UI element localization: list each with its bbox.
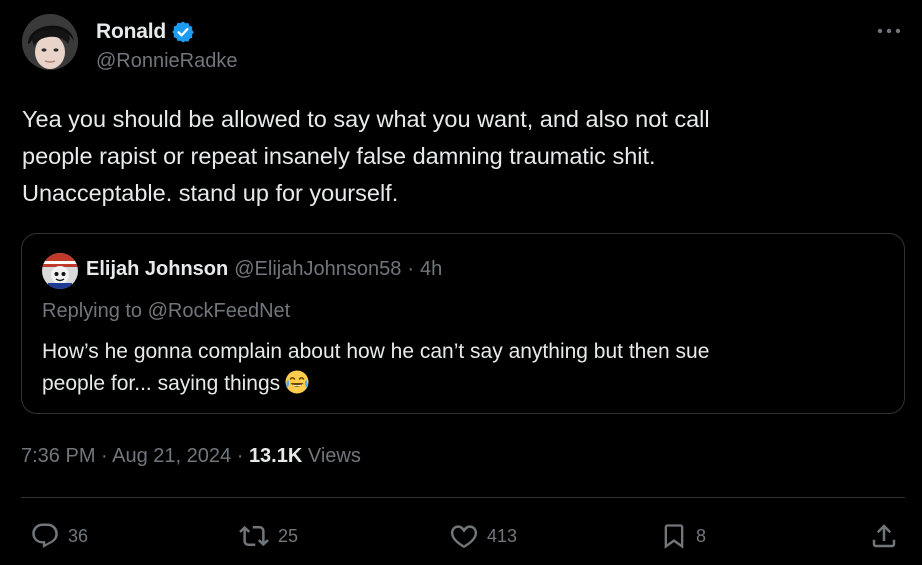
verified-badge-icon	[171, 20, 195, 44]
replying-to-prefix: Replying to	[42, 300, 148, 322]
replying-to-mention[interactable]: @RockFeedNet	[148, 300, 291, 322]
more-horizontal-icon	[877, 28, 901, 34]
repost-icon	[239, 525, 269, 547]
divider	[21, 497, 905, 498]
more-options-button[interactable]	[872, 20, 906, 42]
quote-separator: ·	[407, 258, 415, 280]
author-name[interactable]: Ronald	[96, 20, 166, 44]
tears-of-joy-emoji-icon	[284, 369, 310, 395]
views-label: Views	[302, 445, 361, 467]
tweet-text: Yea you should be allowed to say what yo…	[22, 106, 710, 206]
bookmark-icon	[664, 524, 684, 549]
like-count: 413	[487, 525, 518, 546]
replying-to-line: Replying to @RockFeedNet	[42, 300, 290, 323]
author-handle[interactable]: @RonnieRadke	[96, 50, 238, 73]
reply-count: 36	[68, 525, 89, 546]
author-avatar[interactable]	[22, 14, 78, 70]
tweet-date[interactable]: Aug 21, 2024	[112, 445, 231, 467]
quote-author-handle[interactable]: @ElijahJohnson58	[234, 258, 401, 281]
bookmark-count: 8	[696, 525, 707, 546]
reply-button[interactable]: 36	[30, 520, 88, 552]
meta-separator: ·	[231, 445, 249, 467]
author-name-row: Ronald	[96, 18, 195, 46]
tweet-meta: 7:36 PM · Aug 21, 2024 · 13.1K Views	[21, 445, 361, 468]
like-button[interactable]: 413	[449, 520, 517, 552]
quote-author-avatar[interactable]	[42, 253, 78, 289]
repost-button[interactable]: 25	[238, 520, 298, 552]
heart-icon	[450, 525, 478, 548]
quote-header: Elijah Johnson @ElijahJohnson58 · 4h	[86, 258, 442, 281]
views-count[interactable]: 13.1K	[249, 445, 302, 467]
share-button[interactable]	[869, 520, 899, 552]
meta-separator: ·	[95, 445, 113, 467]
quote-text-block: How’s he gonna complain about how he can…	[42, 336, 882, 400]
share-icon	[872, 524, 896, 548]
reply-icon	[32, 523, 58, 548]
tweet-time[interactable]: 7:36 PM	[21, 445, 95, 467]
quote-author-name[interactable]: Elijah Johnson	[86, 258, 228, 281]
quoted-tweet-card[interactable]: Elijah Johnson @ElijahJohnson58 · 4h Rep…	[21, 233, 905, 414]
repost-count: 25	[278, 525, 299, 546]
tweet-detail: Ronald @RonnieRadke Yea you should be al…	[0, 0, 922, 565]
quote-text: How’s he gonna complain about how he can…	[42, 340, 710, 395]
quote-timestamp[interactable]: 4h	[420, 258, 442, 281]
bookmark-button[interactable]: 8	[660, 520, 706, 552]
